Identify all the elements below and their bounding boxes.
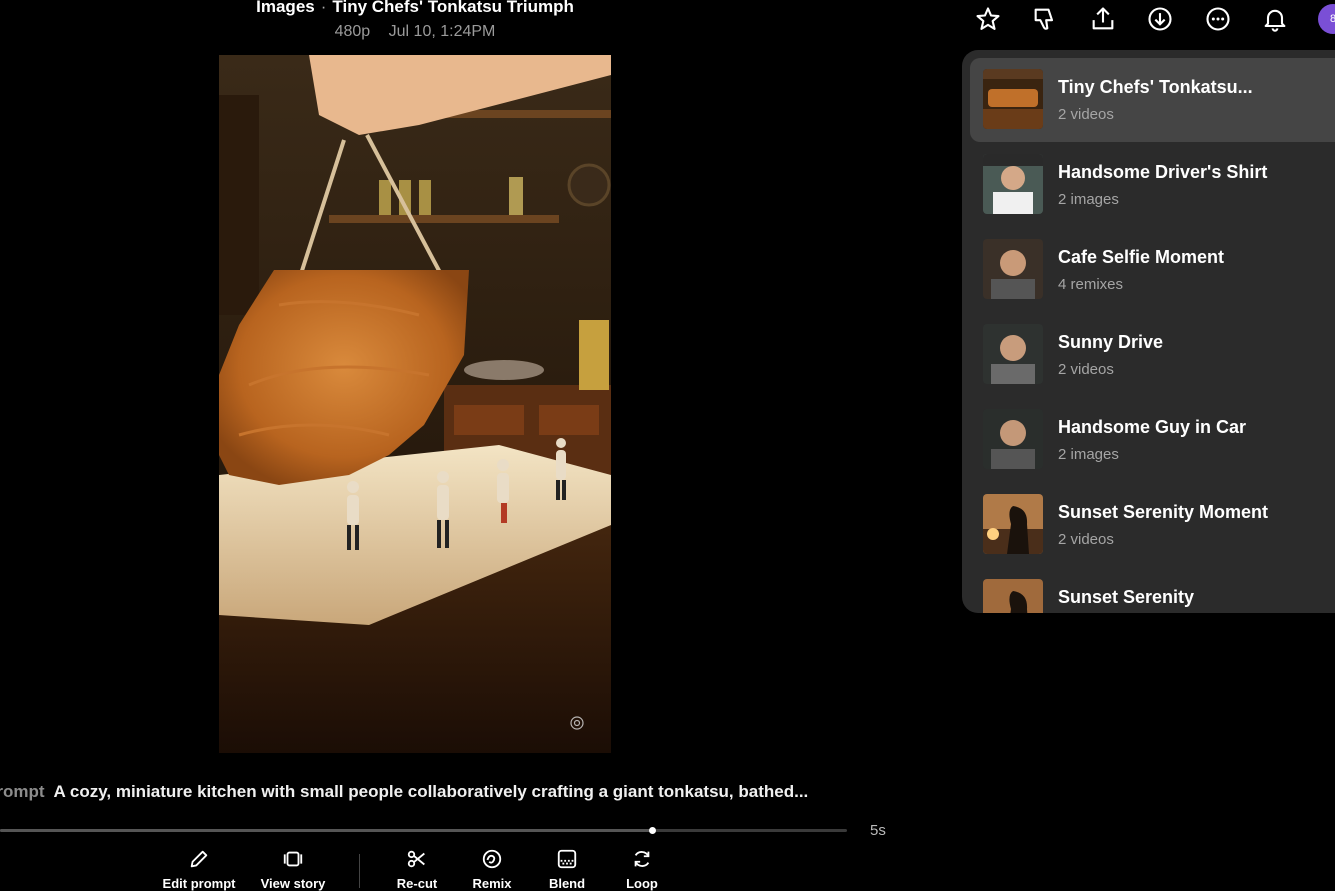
more-options-button[interactable] (1203, 4, 1233, 34)
share-icon (1092, 7, 1114, 30)
breadcrumb-separator: · (320, 0, 327, 16)
item-title: Handsome Driver's Shirt (1058, 162, 1268, 182)
item-title: Tiny Chefs' Tonkatsu... (1058, 77, 1253, 97)
page-title: Images · Tiny Chefs' Tonkatsu Triumph (0, 0, 830, 17)
video-meta: 480p Jul 10, 1:24PM (0, 21, 830, 43)
thumbnail (983, 154, 1043, 214)
thumbs-down-icon (1034, 8, 1054, 30)
duration-label: 5s (870, 822, 886, 839)
timeline-progress (0, 829, 653, 832)
item-title: Cafe Selfie Moment (1058, 247, 1225, 267)
thumbnail (983, 239, 1043, 299)
action-label: View story (260, 876, 326, 891)
item-subtitle: 2 videos (1058, 106, 1114, 123)
item-title: Sunset Serenity Moment (1058, 502, 1269, 522)
action-label: Re-cut (396, 876, 438, 891)
item-subtitle: 2 images (1058, 446, 1119, 463)
recut-button[interactable]: Re-cut (377, 846, 457, 891)
video-player[interactable] (219, 55, 611, 753)
section-breadcrumb[interactable]: Images (256, 0, 315, 16)
download-icon (1148, 7, 1172, 31)
storyboard-icon (283, 851, 303, 867)
blend-button[interactable]: Blend (527, 846, 607, 891)
notifications-button[interactable] (1260, 4, 1290, 34)
action-label: Blend (548, 876, 586, 891)
item-subtitle: 2 videos (1058, 361, 1114, 378)
prompt-label: Prompt (0, 782, 45, 801)
thumbnail (983, 69, 1043, 129)
item-subtitle: 2 videos (1058, 531, 1114, 548)
list-item[interactable]: Sunset Serenity Moment 2 videos (970, 483, 1335, 567)
thumbnail (983, 324, 1043, 384)
item-subtitle: 2 images (1058, 191, 1119, 208)
watermark-logo-icon (570, 716, 584, 730)
related-items-panel: Tiny Chefs' Tonkatsu... 2 videos Handsom… (962, 50, 1335, 613)
favorite-button[interactable] (973, 4, 1003, 34)
timeline-scrubber[interactable] (0, 827, 847, 834)
list-item[interactable]: Tiny Chefs' Tonkatsu... 2 videos (970, 58, 1335, 142)
share-button[interactable] (1088, 4, 1118, 34)
edit-prompt-button[interactable]: Edit prompt (159, 846, 239, 891)
thumbnail (983, 409, 1043, 469)
loop-icon (634, 851, 650, 867)
pencil-icon (190, 850, 208, 868)
resolution-label: 480p (334, 23, 371, 40)
item-subtitle: 4 remixes (1058, 276, 1124, 293)
dislike-button[interactable] (1030, 4, 1060, 34)
download-button[interactable] (1145, 4, 1175, 34)
datetime-label: Jul 10, 1:24PM (388, 23, 496, 40)
remix-button[interactable]: Remix (452, 846, 532, 891)
timeline-playhead[interactable] (649, 827, 657, 834)
list-item[interactable]: Sunset Serenity (970, 568, 1335, 613)
thumbnail (983, 494, 1043, 554)
star-icon (976, 7, 1000, 30)
more-icon (1206, 7, 1230, 31)
list-item[interactable]: Handsome Driver's Shirt 2 images (970, 143, 1335, 227)
prompt-text[interactable]: A cozy, miniature kitchen with small peo… (54, 782, 809, 801)
prompt-line: Prompt A cozy, miniature kitchen with sma… (0, 780, 900, 804)
list-item[interactable]: Handsome Guy in Car 2 images (970, 398, 1335, 482)
blend-icon (557, 849, 577, 869)
item-title: Handsome Guy in Car (1058, 417, 1247, 437)
thumbnail (983, 579, 1043, 613)
action-divider (359, 854, 360, 888)
user-avatar[interactable]: 8 (1318, 4, 1335, 34)
item-title: Sunset Serenity (1058, 587, 1195, 607)
video-title: Tiny Chefs' Tonkatsu Triumph (332, 0, 574, 16)
remix-icon (482, 849, 502, 869)
view-story-button[interactable]: View story (253, 846, 333, 891)
video-frame (219, 55, 611, 753)
item-title: Sunny Drive (1058, 332, 1164, 352)
list-item[interactable]: Sunny Drive 2 videos (970, 313, 1335, 397)
action-label: Loop (626, 876, 658, 891)
bell-icon (1264, 9, 1286, 32)
action-bar: Edit prompt View story Re-cut Remix Blen… (140, 846, 840, 891)
action-label: Edit prompt (162, 876, 236, 891)
action-label: Remix (472, 876, 512, 891)
list-item[interactable]: Cafe Selfie Moment 4 remixes (970, 228, 1335, 312)
loop-button[interactable]: Loop (602, 846, 682, 891)
scissors-icon (407, 850, 425, 868)
